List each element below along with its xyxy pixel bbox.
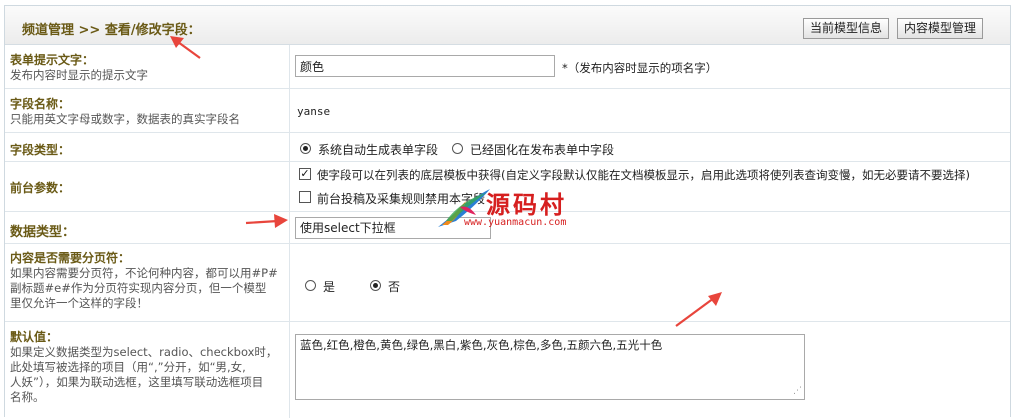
annotation-arrows <box>170 36 722 327</box>
arrow-default-value-icon <box>675 297 715 327</box>
arrow-title-icon <box>177 41 201 59</box>
arrow-data-type-icon <box>245 219 279 225</box>
